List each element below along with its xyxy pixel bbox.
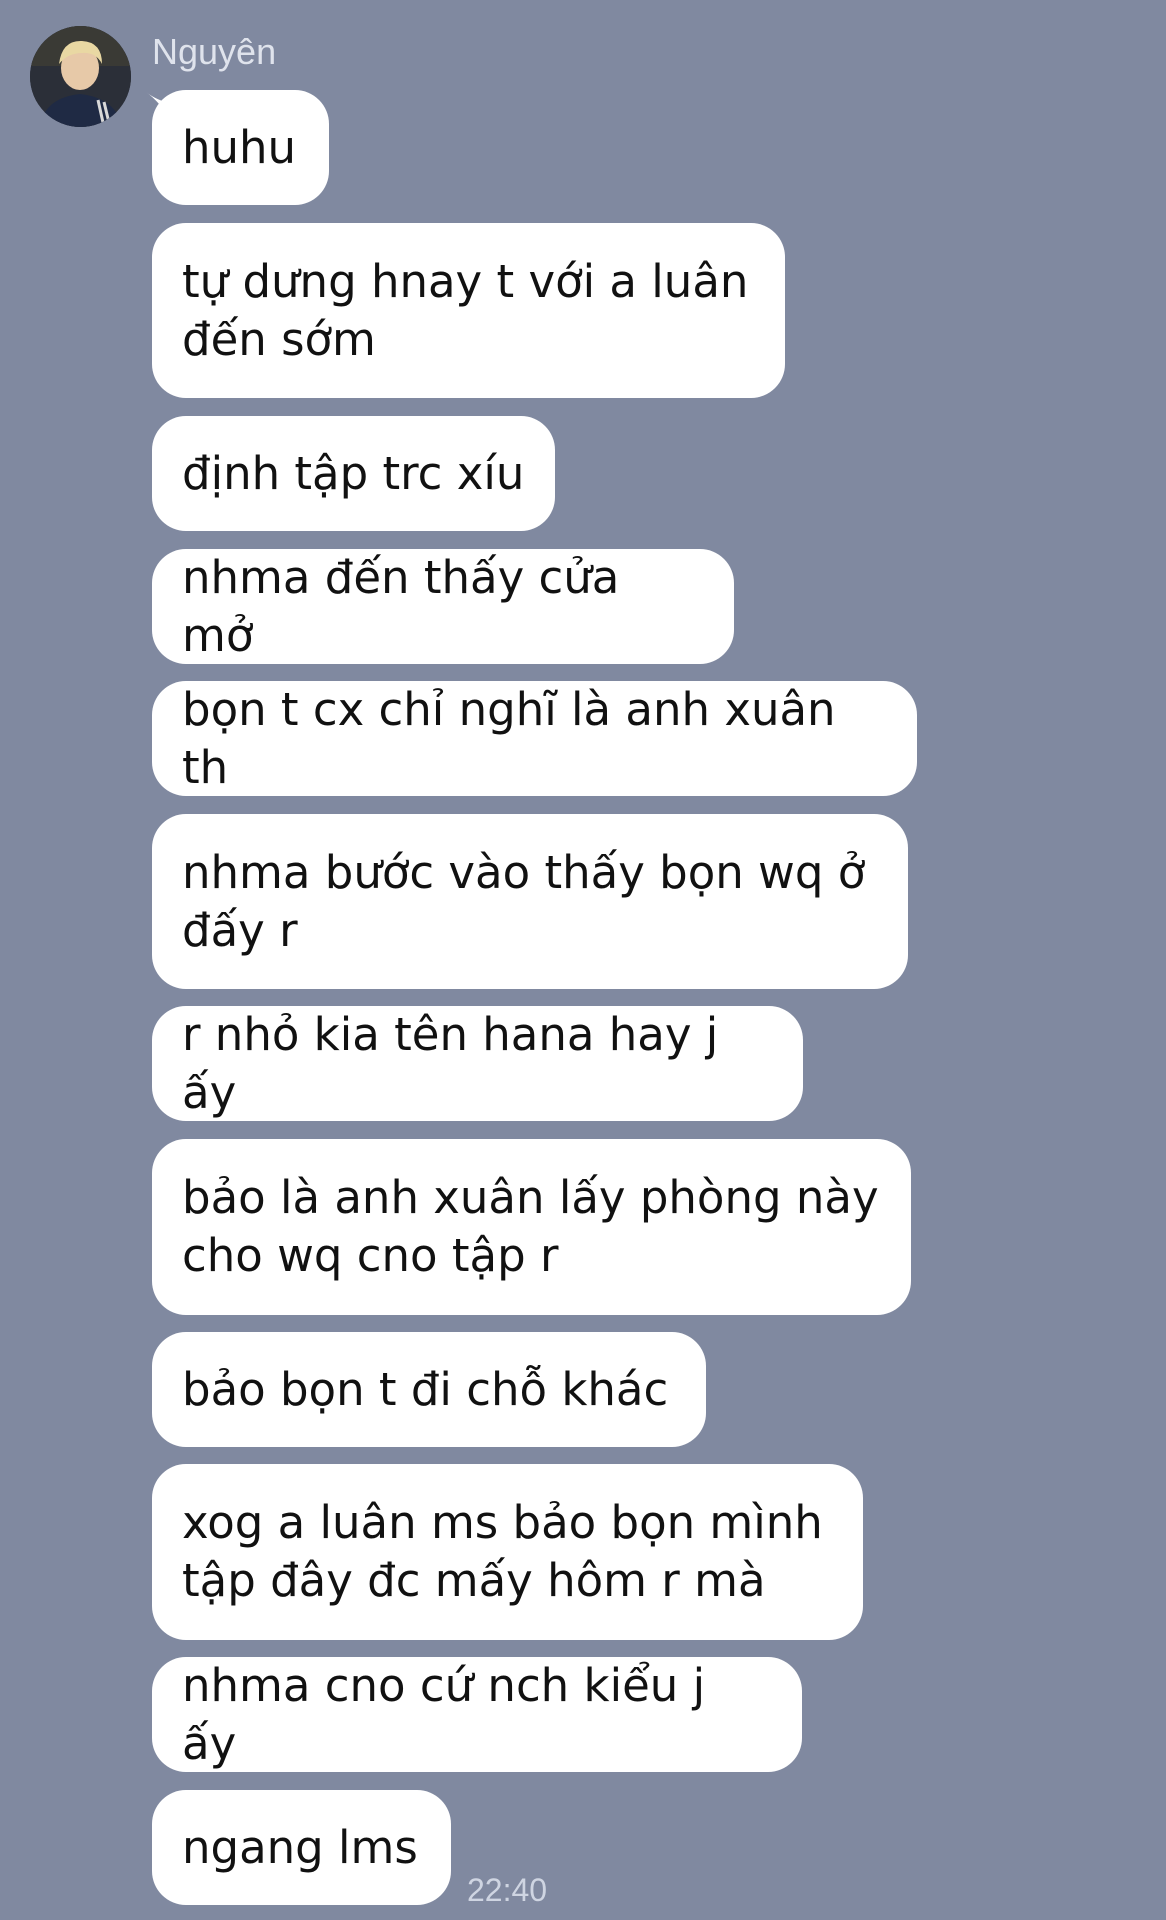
avatar-photo-icon: [30, 26, 131, 127]
avatar[interactable]: [30, 26, 131, 127]
message-bubble[interactable]: xog a luân ms bảo bọn mình tập đây đc mấ…: [152, 1464, 863, 1640]
message-bubble[interactable]: nhma đến thấy cửa mở: [152, 549, 734, 664]
sender-name: Nguyên: [152, 31, 277, 72]
message-timestamp: 22:40: [467, 1872, 548, 1908]
message-bubble[interactable]: nhma bước vào thấy bọn wq ở đấy r: [152, 814, 908, 989]
message-bubble[interactable]: nhma cno cứ nch kiểu j ấy: [152, 1657, 802, 1772]
message-bubble[interactable]: r nhỏ kia tên hana hay j ấy: [152, 1006, 803, 1121]
message-bubble[interactable]: bảo là anh xuân lấy phòng này cho wq cno…: [152, 1139, 911, 1315]
message-bubble[interactable]: bọn t cx chỉ nghĩ là anh xuân th: [152, 681, 917, 796]
message-bubble[interactable]: định tập trc xíu: [152, 416, 555, 531]
message-bubble[interactable]: bảo bọn t đi chỗ khác: [152, 1332, 706, 1447]
message-bubble[interactable]: ngang lms: [152, 1790, 451, 1905]
message-bubble[interactable]: tự dưng hnay t với a luân đến sớm: [152, 223, 785, 398]
message-bubble[interactable]: huhu: [152, 90, 329, 205]
